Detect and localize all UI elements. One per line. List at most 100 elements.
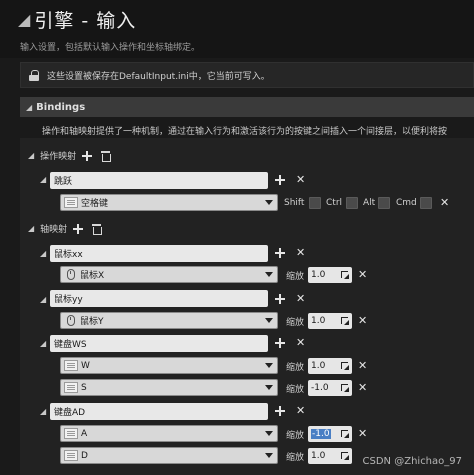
mouse-icon (67, 269, 75, 280)
keyboard-icon (64, 360, 78, 371)
key-select[interactable]: 鼠标Y (60, 312, 278, 329)
axis-name-input[interactable]: 鼠标yy (50, 290, 268, 307)
add-key-icon[interactable] (275, 175, 285, 185)
scale-input[interactable]: -1.0 (308, 380, 352, 396)
modifier-label-ctrl: Ctrl (326, 198, 343, 208)
expand-triangle-icon[interactable]: ◢ (40, 175, 46, 184)
key-select[interactable]: A (60, 425, 278, 442)
remove-key-icon[interactable]: ✕ (358, 315, 367, 326)
keyboard-icon (64, 197, 78, 208)
add-axis-mapping-icon[interactable] (73, 223, 84, 234)
cmd-checkbox[interactable] (420, 197, 432, 209)
scale-label: 缩放 (286, 272, 305, 282)
title-row: ◢ 引擎 - 输入 (18, 6, 136, 33)
bindings-panel: ◢ 操作映射 ◢ 跳跃 ✕ 空格键 Shift Ctrl Alt Cmd ✕ ◢… (20, 138, 474, 475)
resize-handle-icon[interactable] (341, 271, 349, 279)
page-subtitle: 输入设置，包括默认输入操作和坐标轴绑定。 (20, 43, 201, 53)
shift-checkbox[interactable] (309, 197, 321, 209)
scale-value: 1.0 (311, 270, 326, 280)
expand-triangle-icon[interactable]: ◢ (40, 249, 46, 258)
expand-triangle-icon[interactable]: ◢ (26, 103, 32, 112)
scale-value-selected: -1.0 (311, 429, 331, 439)
add-action-mapping-icon[interactable] (82, 150, 93, 161)
add-key-icon[interactable] (275, 406, 285, 416)
axis-name-text: 鼠标xx (54, 250, 83, 260)
keyboard-icon (64, 450, 78, 461)
action-mappings-label: 操作映射 (40, 152, 77, 162)
section-title: Bindings (36, 101, 86, 113)
scale-label: 缩放 (286, 385, 305, 395)
axis-name-input[interactable]: 键盘WS (50, 335, 268, 352)
expand-triangle-icon[interactable]: ◢ (40, 339, 46, 348)
axis-mappings-header: ◢ 轴映射 (28, 222, 474, 235)
action-name-text: 跳跃 (54, 177, 73, 187)
axis-name-input[interactable]: 键盘AD (50, 403, 268, 420)
scale-input[interactable]: 1.0 (308, 267, 352, 283)
unlock-icon (29, 69, 39, 81)
scale-input-active[interactable]: -1.0 (308, 426, 352, 442)
chevron-down-icon (265, 318, 273, 323)
chevron-down-icon (265, 431, 273, 436)
expand-triangle-icon[interactable]: ◢ (40, 407, 46, 416)
key-select-value: 鼠标X (80, 271, 105, 281)
remove-axis-icon[interactable]: ✕ (296, 337, 305, 348)
ctrl-checkbox[interactable] (346, 197, 358, 209)
scale-input[interactable]: 1.0 (308, 313, 352, 329)
modifier-label-cmd: Cmd (396, 198, 417, 208)
expand-triangle-icon[interactable]: ◢ (28, 224, 34, 233)
clear-axis-mappings-icon[interactable] (92, 223, 103, 235)
resize-handle-icon[interactable] (341, 384, 349, 392)
add-key-icon[interactable] (275, 294, 285, 304)
chevron-down-icon (265, 363, 273, 368)
scale-label: 缩放 (286, 363, 305, 373)
clear-action-mappings-icon[interactable] (101, 150, 112, 162)
keyboard-icon (64, 428, 78, 439)
expand-triangle-icon[interactable]: ◢ (40, 295, 46, 304)
scale-label: 缩放 (286, 318, 305, 328)
chevron-down-icon (265, 200, 273, 205)
resize-handle-icon[interactable] (341, 452, 349, 460)
key-select[interactable]: 空格键 (60, 194, 278, 211)
key-select-value: D (81, 450, 88, 461)
remove-key-icon[interactable]: ✕ (358, 269, 367, 280)
remove-axis-icon[interactable]: ✕ (296, 405, 305, 416)
chevron-down-icon (265, 385, 273, 390)
scale-value: 1.0 (311, 361, 326, 371)
scale-input[interactable]: 1.0 (308, 358, 352, 374)
add-key-icon[interactable] (275, 338, 285, 348)
key-select[interactable]: 鼠标X (60, 266, 278, 283)
key-select-value: A (81, 428, 88, 439)
remove-key-icon[interactable]: ✕ (358, 382, 367, 393)
key-select-value: 鼠标Y (80, 317, 104, 327)
resize-handle-icon[interactable] (341, 430, 349, 438)
alt-checkbox[interactable] (378, 197, 390, 209)
remove-key-icon[interactable]: ✕ (358, 360, 367, 371)
section-description: 操作和轴映射提供了一种机制，通过在输入行为和激活该行为的按键之间插入一个间接层，… (42, 127, 448, 137)
chevron-down-icon (265, 272, 273, 277)
action-name-input[interactable]: 跳跃 (50, 172, 268, 189)
key-select[interactable]: S (60, 379, 278, 396)
remove-axis-icon[interactable]: ✕ (296, 247, 305, 258)
action-mappings-header: ◢ 操作映射 (28, 149, 474, 162)
remove-axis-icon[interactable]: ✕ (296, 293, 305, 304)
key-select[interactable]: W (60, 357, 278, 374)
collapse-arrow-icon[interactable]: ◢ (18, 10, 30, 29)
mouse-icon (67, 315, 75, 326)
modifier-label-alt: Alt (363, 198, 376, 208)
key-select[interactable]: D (60, 447, 278, 464)
remove-key-icon[interactable]: ✕ (358, 428, 367, 439)
remove-action-icon[interactable]: ✕ (296, 174, 305, 185)
add-key-icon[interactable] (275, 248, 285, 258)
axis-name-input[interactable]: 鼠标xx (50, 245, 268, 262)
expand-triangle-icon[interactable]: ◢ (28, 151, 34, 160)
key-select-value: S (81, 382, 87, 393)
bindings-section-header[interactable]: ◢ Bindings (20, 97, 474, 117)
axis-name-text: 鼠标yy (54, 295, 83, 305)
resize-handle-icon[interactable] (341, 317, 349, 325)
axis-mappings-label: 轴映射 (40, 225, 68, 235)
resize-handle-icon[interactable] (341, 362, 349, 370)
scale-label: 缩放 (286, 453, 305, 463)
remove-key-icon[interactable]: ✕ (440, 197, 449, 208)
scale-input[interactable]: 1.0 (308, 448, 352, 464)
watermark: CSDN @Zhichao_97 (362, 456, 462, 467)
